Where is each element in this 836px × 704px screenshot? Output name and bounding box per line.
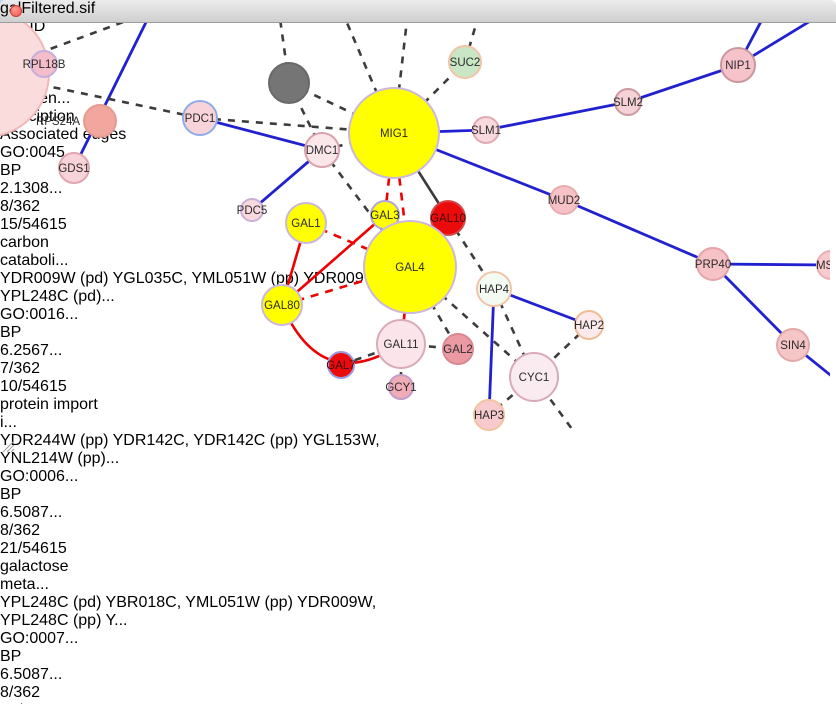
screen: galFiltered.sif RPL18B RPS24A GDS1 PDC1 MIG1… (0, 0, 836, 704)
node-CYC1[interactable]: CYC1 (510, 353, 558, 401)
node-label: MSL1 (816, 260, 830, 272)
cell-associated-edges: YPL248C (pd) YBR018C, YML051W (pp) YDR00… (0, 594, 410, 630)
node-GCY1[interactable]: GCY1 (385, 375, 416, 399)
node-GAL2[interactable]: GAL2 (443, 334, 473, 364)
network-edge[interactable] (74, 0, 157, 168)
cell-go-id: GO:0007... (0, 630, 58, 648)
node-label: HAP3 (474, 410, 504, 422)
node-label: GAL10 (430, 213, 466, 225)
node-MSL1[interactable]: MSL1 (816, 251, 830, 279)
node-label: SIN4 (780, 340, 806, 352)
node-GAL7[interactable]: GAL7 (326, 352, 355, 378)
zoom-icon[interactable] (0, 5, 12, 17)
node-MIG1[interactable]: MIG1 (349, 88, 439, 178)
node-label: GAL7 (326, 360, 355, 372)
network-canvas[interactable]: RPL18B RPS24A GDS1 PDC1 MIG1 SUC2 NIP1 SLM2 SLM1… (0, 0, 836, 459)
resize-grip-icon[interactable] (0, 438, 16, 454)
node-SLM2[interactable]: SLM2 (613, 89, 643, 115)
network-graph[interactable]: RPL18B RPS24A GDS1 PDC1 MIG1 SUC2 NIP1 SLM2 SLM1… (0, 0, 830, 433)
network-titlebar[interactable]: galFiltered.sif (0, 0, 836, 23)
node-GDS1[interactable]: GDS1 (58, 153, 89, 183)
table-row[interactable]: GO:0007...BP6.5087...8/36221/54615respon… (0, 630, 836, 704)
node-MUD2[interactable]: MUD2 (548, 186, 581, 214)
node-label: DMC1 (306, 145, 339, 157)
node-label: NIP1 (725, 60, 751, 72)
cell-p-value: 6.5087... (0, 504, 56, 522)
node-label: GAL3 (370, 210, 399, 222)
node-label: GAL1 (291, 218, 320, 230)
node-GAL11[interactable]: GAL11 (377, 320, 425, 368)
node-label: SLM2 (613, 97, 643, 109)
minimize-icon[interactable] (30, 5, 42, 17)
network-edge[interactable] (713, 264, 793, 345)
cell-t-: BP (0, 486, 34, 504)
node-label: GAL11 (384, 339, 419, 351)
node-label: MUD2 (548, 195, 581, 207)
node-label: GAL2 (443, 344, 472, 356)
node-label: RPL18B (23, 59, 66, 71)
network-edge[interactable] (486, 102, 628, 130)
network-edge[interactable] (489, 289, 494, 415)
cell-test: 8/362 (0, 684, 72, 702)
node-label: GDS1 (58, 163, 89, 175)
node-DMC1[interactable]: DMC1 (305, 133, 339, 167)
node-GAL4[interactable]: GAL4 (364, 221, 456, 313)
node-NIP1[interactable]: NIP1 (721, 48, 755, 82)
node-label: GCY1 (385, 382, 416, 394)
cell-desciption: galactose meta... (0, 558, 116, 594)
cell-go-id: GO:0006... (0, 468, 58, 486)
node-PRP40[interactable]: PRP40 (695, 248, 731, 280)
node-SUC2[interactable]: SUC2 (449, 46, 481, 78)
table-row[interactable]: GO:0006...BP6.5087...8/36221/54615galact… (0, 468, 836, 630)
node-label: PDC1 (185, 113, 216, 125)
node-label: HAP2 (574, 320, 604, 332)
cell-test: 8/362 (0, 522, 72, 540)
node-label: HAP4 (479, 284, 510, 296)
network-edges (0, 0, 830, 433)
network-window: galFiltered.sif RPL18B RPS24A GDS1 PDC1 MIG1… (0, 0, 836, 461)
network-edge[interactable] (564, 200, 713, 264)
node-SLM1[interactable]: SLM1 (471, 117, 501, 143)
node-label: PRP40 (695, 259, 731, 271)
node-label: SUC2 (450, 57, 481, 69)
node-label: CYC1 (519, 372, 550, 384)
cell-referen-: 21/54615 (0, 540, 72, 558)
node-label: GAL80 (264, 300, 300, 312)
node-grayNode[interactable] (269, 63, 309, 103)
node-GAL80[interactable]: GAL80 (262, 285, 302, 325)
node-HAP3[interactable]: HAP3 (474, 400, 504, 430)
cell-p-value: 6.5087... (0, 666, 56, 684)
node-RPS24A[interactable]: RPS24A (36, 105, 116, 137)
node-PDC1[interactable]: PDC1 (183, 101, 217, 135)
node-label: MIG1 (380, 128, 408, 140)
cell-t-: BP (0, 648, 34, 666)
node-HAP2[interactable]: HAP2 (574, 311, 604, 339)
node-SIN4[interactable]: SIN4 (777, 329, 809, 361)
node-GAL1[interactable]: GAL1 (286, 203, 326, 243)
node-label: SLM1 (471, 125, 501, 137)
network-frame: RPL18B RPS24A GDS1 PDC1 MIG1 SUC2 NIP1 SLM2 SLM1… (0, 0, 836, 459)
node-HAP4[interactable]: HAP4 (477, 272, 511, 306)
network-window-title: galFiltered.sif (0, 0, 836, 18)
node-label: GAL4 (395, 262, 425, 274)
node-label: RPS24A (36, 116, 80, 128)
node-label: PDC5 (237, 205, 268, 217)
